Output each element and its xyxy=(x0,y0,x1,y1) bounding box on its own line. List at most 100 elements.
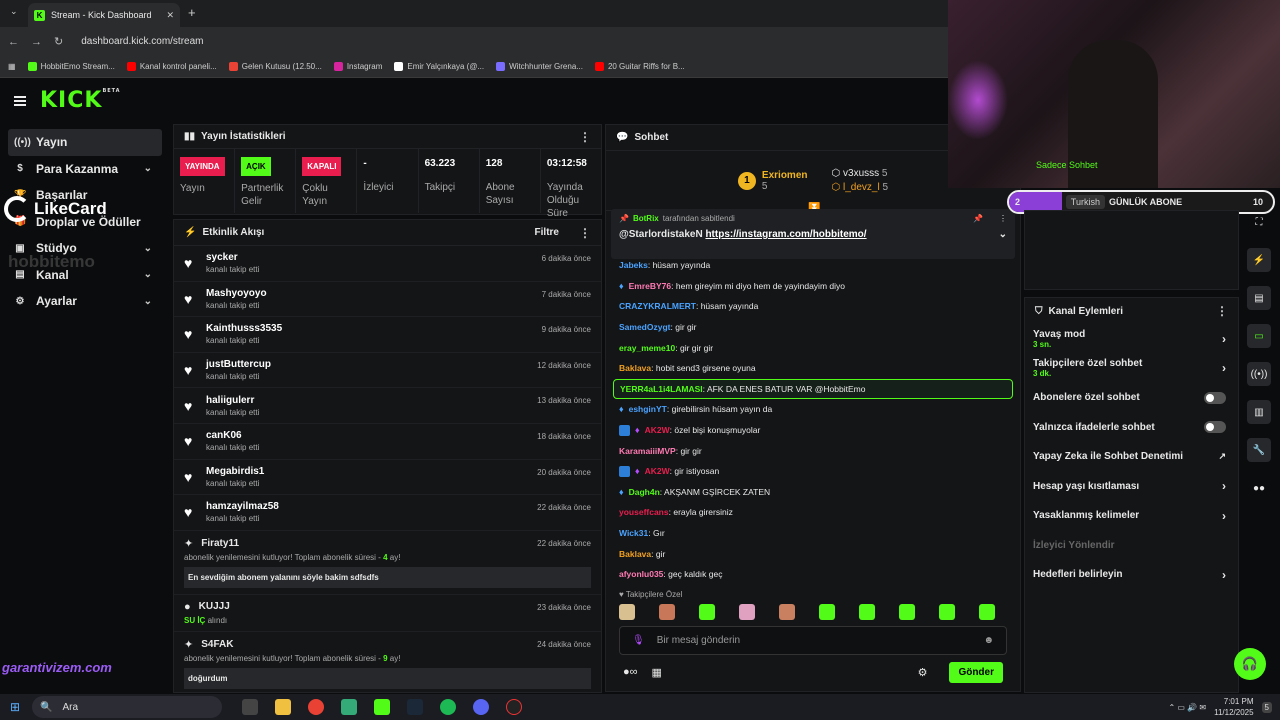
sidebar-item-2[interactable]: $ Para Kazanma ⌄ xyxy=(0,156,162,183)
forward-icon[interactable]: → xyxy=(31,36,42,48)
kick-logo[interactable]: KICKBETA xyxy=(40,88,121,113)
points-icon[interactable]: ●∞ xyxy=(623,666,638,678)
more-icon[interactable]: ⋮ xyxy=(579,226,591,240)
channel-action-item[interactable]: Hedefleri belirleyin › xyxy=(1025,560,1238,590)
notification-count[interactable]: 5 xyxy=(1261,701,1272,713)
xbox-icon[interactable] xyxy=(341,699,357,715)
layout-icon[interactable]: ▥ xyxy=(1247,400,1271,424)
chat-input[interactable]: 🎙 Bir mesaj gönderin ☻ xyxy=(619,626,1007,655)
bookmark-item[interactable]: Emir Yalçınkaya (@... xyxy=(394,62,484,71)
bookmark-item[interactable]: Gelen Kutusu (12.50... xyxy=(228,62,322,71)
file-explorer-icon[interactable] xyxy=(275,699,291,715)
follower-name[interactable]: Megabirdis1 xyxy=(206,466,264,477)
bookmark-item[interactable]: Witchhunter Grena... xyxy=(496,62,583,71)
store-icon[interactable]: ▦ xyxy=(652,666,662,679)
emote-icon[interactable] xyxy=(699,604,715,620)
follower-name[interactable]: Mashyoyoyo xyxy=(206,288,267,299)
steam-icon[interactable] xyxy=(407,699,423,715)
wrench-icon[interactable]: 🔧 xyxy=(1247,438,1271,462)
chat-username[interactable]: afyonlu035 xyxy=(619,569,663,579)
chat-username[interactable]: Wick31 xyxy=(619,528,648,538)
toggle-switch[interactable] xyxy=(1204,421,1226,434)
kick-app-icon[interactable] xyxy=(374,699,390,715)
apps-icon[interactable]: ▦ xyxy=(8,62,16,71)
follower-name[interactable]: canK06 xyxy=(206,430,259,441)
pinned-link[interactable]: https://instagram.com/hobbitemo/ xyxy=(705,229,866,240)
unpin-icon[interactable]: 📌 xyxy=(973,214,983,223)
task-view-icon[interactable] xyxy=(242,699,258,715)
more-icon[interactable]: ⋮ xyxy=(1216,304,1228,318)
follower-name[interactable]: hamzayilmaz58 xyxy=(206,501,279,512)
obs-icon[interactable] xyxy=(506,699,522,715)
sidebar-item-1[interactable]: ((•)) Yayın xyxy=(8,129,162,156)
emote-icon[interactable] xyxy=(779,604,795,620)
close-icon[interactable]: ✕ xyxy=(166,10,174,21)
new-tab-icon[interactable]: + xyxy=(188,5,196,20)
chat-username[interactable]: YERR4aL1i4LAMASI xyxy=(620,384,703,394)
channel-action-item[interactable]: Yavaş mod 3 sn. › xyxy=(1025,324,1238,354)
follower-name[interactable]: justButtercup xyxy=(206,359,271,370)
spotify-icon[interactable] xyxy=(440,699,456,715)
tab-menu-icon[interactable]: ⌄ xyxy=(10,6,18,17)
broadcast-icon[interactable]: ((•)) xyxy=(1247,362,1271,386)
follower-name[interactable]: haliigulerr xyxy=(206,395,259,406)
emote-icon[interactable] xyxy=(619,604,635,620)
gear-icon[interactable]: ⚙ xyxy=(918,666,928,679)
follower-name[interactable]: sycker xyxy=(206,252,259,263)
toggle-switch[interactable] xyxy=(1204,391,1226,404)
url-field[interactable]: dashboard.kick.com/stream xyxy=(81,36,203,47)
chrome-icon[interactable] xyxy=(308,699,324,715)
chat-bubble-icon[interactable]: ▭ xyxy=(1247,324,1271,348)
chat-username[interactable]: Dagh4n xyxy=(629,487,660,497)
send-button[interactable]: Gönder xyxy=(949,661,1003,683)
sidebar-item-7[interactable]: ⚙ Ayarlar ⌄ xyxy=(0,288,162,315)
emote-icon[interactable] xyxy=(659,604,675,620)
channel-action-item[interactable]: Yapay Zeka ile Sohbet Denetimi ↗ xyxy=(1025,442,1238,472)
chat-username[interactable]: AK2W xyxy=(645,425,670,435)
chat-username[interactable]: EmreBY76 xyxy=(629,281,672,291)
emote-icon[interactable] xyxy=(979,604,995,620)
emote-icon[interactable] xyxy=(939,604,955,620)
channel-action-item[interactable]: Yasaklanmış kelimeler › xyxy=(1025,501,1238,531)
emote-icon[interactable] xyxy=(899,604,915,620)
bookmark-item[interactable]: 20 Guitar Riffs for B... xyxy=(594,62,685,71)
back-icon[interactable]: ← xyxy=(8,36,19,48)
bookmark-item[interactable]: Kanal kontrol paneli... xyxy=(126,62,217,71)
chat-username[interactable]: KaramaiiiMVP xyxy=(619,446,676,456)
windows-start-icon[interactable]: ⊞ xyxy=(10,700,20,714)
mic-icon[interactable]: 🎙 xyxy=(632,635,645,646)
chat-username[interactable]: AK2W xyxy=(645,466,670,476)
menu-icon[interactable] xyxy=(14,95,26,106)
emote-icon[interactable] xyxy=(819,604,835,620)
tray-icons[interactable]: ⌃ ▭ 🔊 ✉ xyxy=(1169,703,1207,712)
follower-name[interactable]: Kainthusss3535 xyxy=(206,323,282,334)
support-button[interactable]: 🎧 xyxy=(1234,648,1266,680)
chat-username[interactable]: eshginYT xyxy=(629,404,667,414)
lightning-icon[interactable]: ⚡ xyxy=(1247,248,1271,272)
bookmark-item[interactable]: Instagram xyxy=(333,62,382,71)
chat-username[interactable]: Baklava xyxy=(619,549,651,559)
browser-tab[interactable]: K Stream - Kick Dashboard ✕ xyxy=(28,3,180,27)
more-icon[interactable]: ⋮ xyxy=(999,214,1007,223)
chat-username[interactable]: youseffcans xyxy=(619,507,669,517)
bookmark-item[interactable]: HobbitEmo Stream... xyxy=(27,62,115,71)
channel-action-item[interactable]: Takipçilere özel sohbet 3 dk. › xyxy=(1025,354,1238,384)
points-icon[interactable]: ●● xyxy=(1247,476,1271,500)
clock[interactable]: 7:01 PM 11/12/2025 xyxy=(1214,696,1253,718)
chat-username[interactable]: SamedOzygt xyxy=(619,322,671,332)
emoji-icon[interactable]: ☻ xyxy=(983,635,994,646)
reload-icon[interactable]: ↻ xyxy=(54,35,63,48)
chat-username[interactable]: CRAZYKRALMERT xyxy=(619,301,696,311)
fullscreen-icon[interactable]: ⛶ xyxy=(1247,210,1271,234)
channel-action-item[interactable]: Yalnızca ifadelerle sohbet xyxy=(1025,413,1238,443)
discord-icon[interactable] xyxy=(473,699,489,715)
chat-username[interactable]: Jabeks xyxy=(619,260,648,270)
emote-icon[interactable] xyxy=(739,604,755,620)
taskbar-search[interactable]: 🔍 Ara xyxy=(32,696,222,718)
filter-button[interactable]: Filtre xyxy=(535,227,559,238)
chevron-down-icon[interactable]: ⌄ xyxy=(999,229,1007,240)
chat-username[interactable]: eray_meme10 xyxy=(619,343,675,353)
more-icon[interactable]: ⋮ xyxy=(579,130,591,144)
channel-action-item[interactable]: Hesap yaşı kısıtlaması › xyxy=(1025,472,1238,502)
channel-action-item[interactable]: Abonelere özel sohbet xyxy=(1025,383,1238,413)
